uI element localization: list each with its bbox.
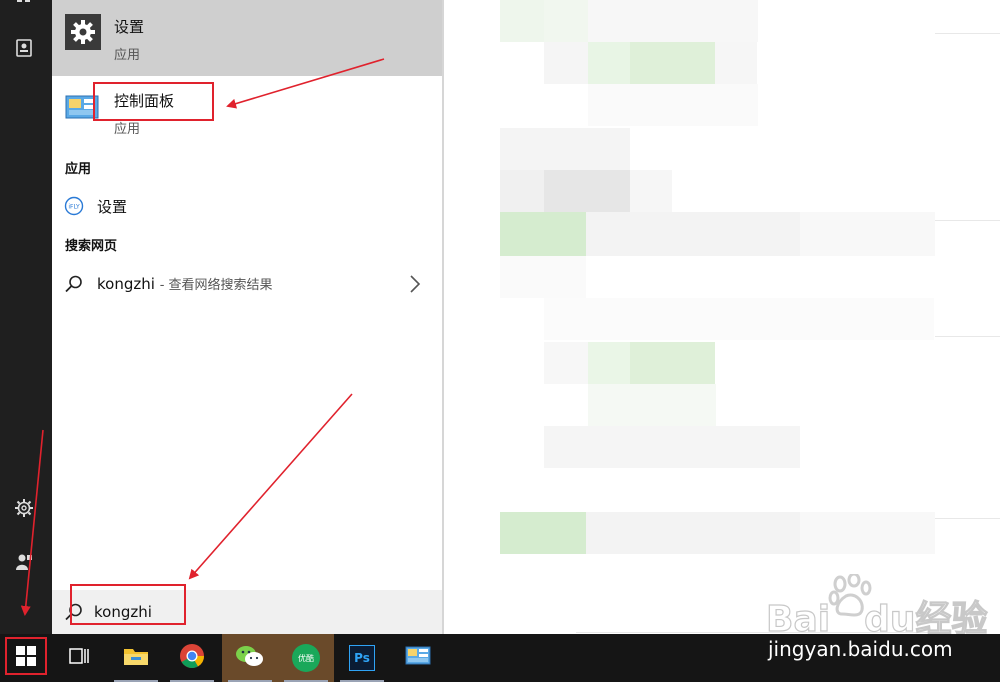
annotation-arrows — [20, 58, 385, 616]
arrow-to-search-box — [188, 393, 353, 580]
arrow-to-control-panel — [226, 58, 385, 109]
arrow-to-start-button — [20, 429, 44, 616]
